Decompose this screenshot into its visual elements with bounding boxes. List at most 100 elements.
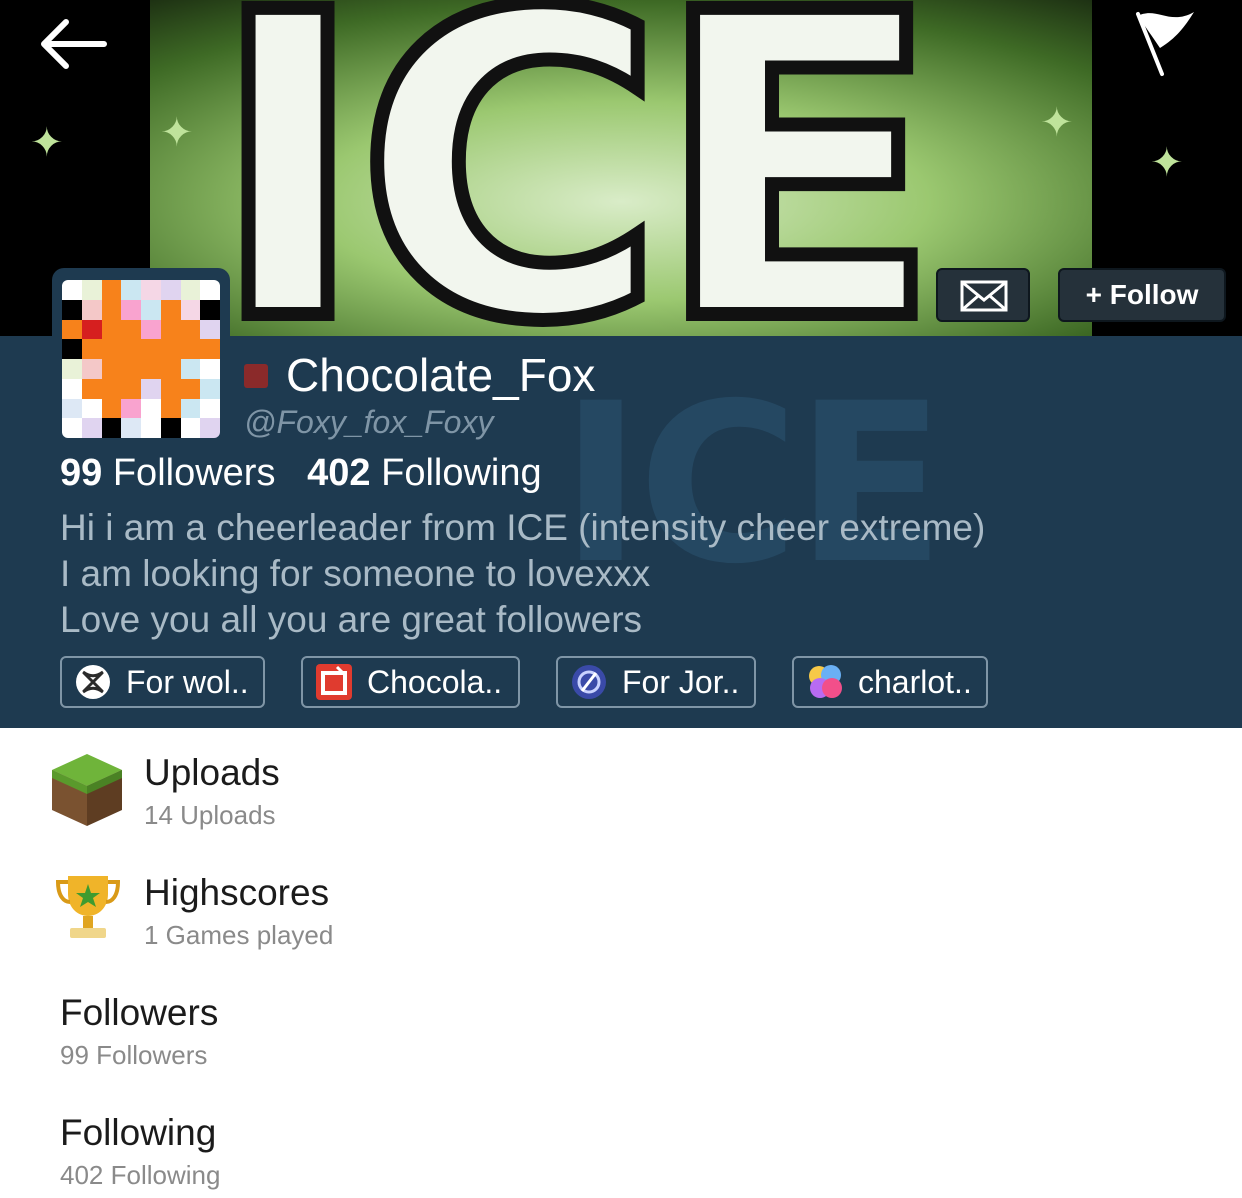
avatar-pixel bbox=[141, 398, 161, 419]
username-handle: @Foxy_fox_Foxy bbox=[244, 404, 494, 440]
avatar-pixel bbox=[200, 378, 220, 399]
avatar[interactable] bbox=[62, 280, 220, 438]
followers-label: Followers bbox=[112, 452, 276, 494]
banner-logo-text: ICE bbox=[203, 0, 948, 336]
back-arrow-icon bbox=[41, 19, 107, 69]
chip-label: For Jor.. bbox=[622, 663, 740, 700]
report-button[interactable] bbox=[1130, 6, 1202, 78]
avatar-pixel bbox=[200, 299, 220, 320]
avatar-pixel bbox=[81, 359, 102, 379]
avatar-pixel bbox=[101, 418, 122, 438]
highscores-item[interactable]: Highscores bbox=[144, 872, 329, 914]
avatar-pixel bbox=[121, 339, 141, 359]
avatar-pixel bbox=[121, 359, 141, 379]
avatar-pixel bbox=[101, 359, 122, 379]
follow-button[interactable]: + Follow bbox=[1058, 268, 1226, 322]
avatar-pixel bbox=[62, 398, 82, 419]
avatar-pixel bbox=[101, 319, 122, 340]
linked-account-chip[interactable]: For wol.. bbox=[60, 656, 265, 708]
uploads-item[interactable]: Uploads bbox=[144, 752, 280, 794]
chip-label: For wol.. bbox=[126, 663, 249, 700]
avatar-pixel bbox=[141, 339, 161, 359]
avatar-pixel bbox=[141, 418, 161, 438]
uploads-count: 14 Uploads bbox=[144, 800, 276, 830]
trophy-icon bbox=[55, 872, 121, 947]
status-indicator bbox=[244, 364, 268, 388]
followers-item[interactable]: Followers bbox=[60, 992, 218, 1034]
avatar-pixel bbox=[160, 319, 181, 340]
avatar-pixel bbox=[101, 280, 122, 300]
avatar-pixel bbox=[180, 299, 201, 320]
xbox-icon bbox=[76, 665, 110, 699]
avatar-pixel bbox=[62, 280, 82, 300]
avatar-pixel bbox=[121, 418, 141, 438]
avatar-pixel bbox=[160, 378, 181, 399]
avatar-pixel bbox=[180, 398, 201, 419]
avatar-pixel bbox=[81, 319, 102, 340]
avatar-pixel bbox=[121, 299, 141, 320]
following-stat[interactable]: 402 Following bbox=[307, 452, 542, 494]
avatar-pixel bbox=[62, 418, 82, 438]
followers-total: 99 Followers bbox=[60, 1040, 208, 1070]
avatar-pixel bbox=[141, 378, 161, 399]
avatar-pixel bbox=[180, 280, 201, 300]
avatar-pixel bbox=[62, 339, 82, 359]
avatar-pixel bbox=[200, 319, 220, 340]
avatar-pixel bbox=[141, 280, 161, 300]
avatar-pixel bbox=[121, 378, 141, 399]
avatar-pixel bbox=[141, 319, 161, 340]
avatar-pixel bbox=[160, 398, 181, 419]
star-decoration: ✦ bbox=[1040, 101, 1074, 145]
avatar-pixel bbox=[180, 359, 201, 379]
avatar-pixel bbox=[81, 398, 102, 419]
followers-count: 99 bbox=[60, 452, 103, 494]
bio-line: Love you all you are great followers bbox=[60, 599, 643, 640]
message-button[interactable] bbox=[936, 268, 1030, 322]
display-name: Chocolate_Fox bbox=[286, 349, 596, 401]
grass-block-icon bbox=[50, 752, 124, 833]
avatar-pixel bbox=[121, 319, 141, 340]
avatar-pixel bbox=[81, 299, 102, 320]
avatar-pixel bbox=[101, 299, 122, 320]
star-decoration: ✦ bbox=[30, 121, 64, 165]
following-item[interactable]: Following bbox=[60, 1112, 216, 1154]
avatar-pixel bbox=[81, 280, 102, 300]
follow-stats: 99 Followers 402 Following bbox=[60, 452, 542, 495]
bio-line: Hi i am a cheerleader from ICE (intensit… bbox=[60, 507, 986, 548]
avatar-pixel bbox=[121, 398, 141, 419]
linked-account-chip[interactable]: Chocola.. bbox=[301, 656, 520, 708]
games-played-count: 1 Games played bbox=[144, 920, 334, 950]
avatar-pixel bbox=[101, 339, 122, 359]
following-total: 402 Following bbox=[60, 1160, 221, 1190]
playstation-network-icon bbox=[572, 665, 606, 699]
avatar-pixel bbox=[160, 359, 181, 379]
avatar-pixel bbox=[81, 418, 102, 438]
profile-bio: Hi i am a cheerleader from ICE (intensit… bbox=[60, 505, 985, 643]
chip-label: charlot.. bbox=[858, 663, 972, 700]
star-decoration: ✦ bbox=[160, 111, 194, 155]
star-decoration: ✦ bbox=[1150, 141, 1184, 185]
avatar-pixel bbox=[160, 280, 181, 300]
avatar-pixel bbox=[180, 418, 201, 438]
envelope-icon bbox=[960, 280, 1008, 312]
avatar-pixel bbox=[101, 398, 122, 419]
avatar-pixel bbox=[200, 359, 220, 379]
avatar-pixel bbox=[81, 378, 102, 399]
avatar-pixel bbox=[62, 319, 82, 340]
avatar-pixel bbox=[62, 299, 82, 320]
avatar-pixel bbox=[200, 280, 220, 300]
flag-icon bbox=[1136, 12, 1194, 76]
chip-label: Chocola.. bbox=[367, 663, 503, 700]
bio-line: I am looking for someone to lovexxx bbox=[60, 553, 651, 594]
following-count: 402 bbox=[307, 452, 371, 494]
avatar-pixel bbox=[200, 339, 220, 359]
avatar-pixel bbox=[101, 378, 122, 399]
avatar-pixel bbox=[62, 359, 82, 379]
avatar-pixel bbox=[160, 418, 181, 438]
linked-account-chip[interactable]: For Jor.. bbox=[556, 656, 756, 708]
following-label: Following bbox=[381, 452, 542, 494]
linked-account-chip[interactable]: charlot.. bbox=[792, 656, 988, 708]
followers-stat[interactable]: 99 Followers bbox=[60, 452, 275, 494]
avatar-pixel bbox=[141, 299, 161, 320]
back-button[interactable] bbox=[36, 16, 108, 72]
